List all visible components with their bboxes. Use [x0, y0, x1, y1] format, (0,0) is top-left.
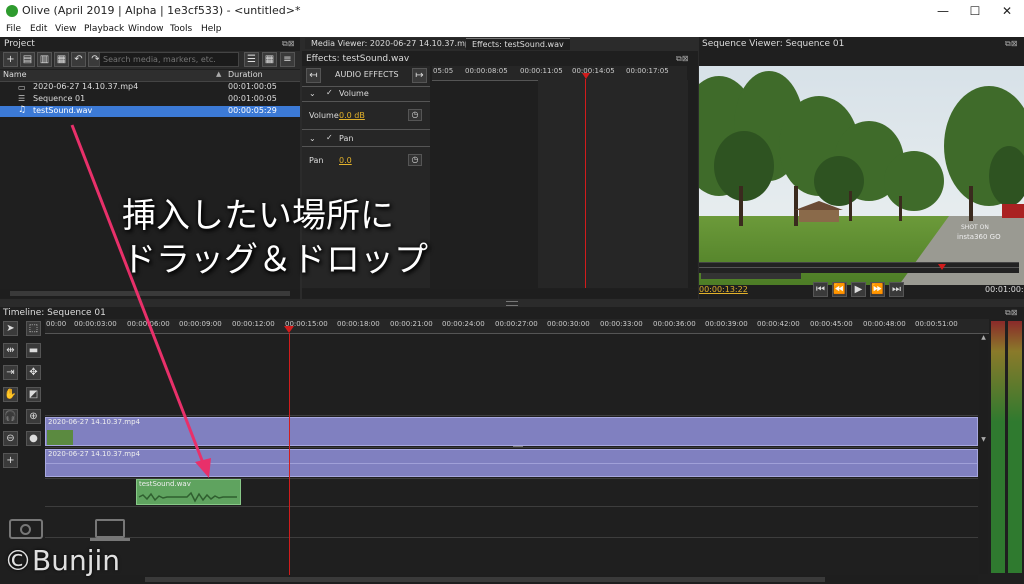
credit-text: ©Bunjin [4, 544, 121, 577]
laptop-base [90, 538, 130, 541]
laptop-icon [95, 519, 125, 538]
annotation-line1: 挿入したい場所に [122, 196, 394, 236]
annotation-line2: ドラッグ＆ドロップ [122, 240, 428, 280]
drag-arrow [70, 124, 211, 478]
camera-icon [9, 519, 43, 539]
